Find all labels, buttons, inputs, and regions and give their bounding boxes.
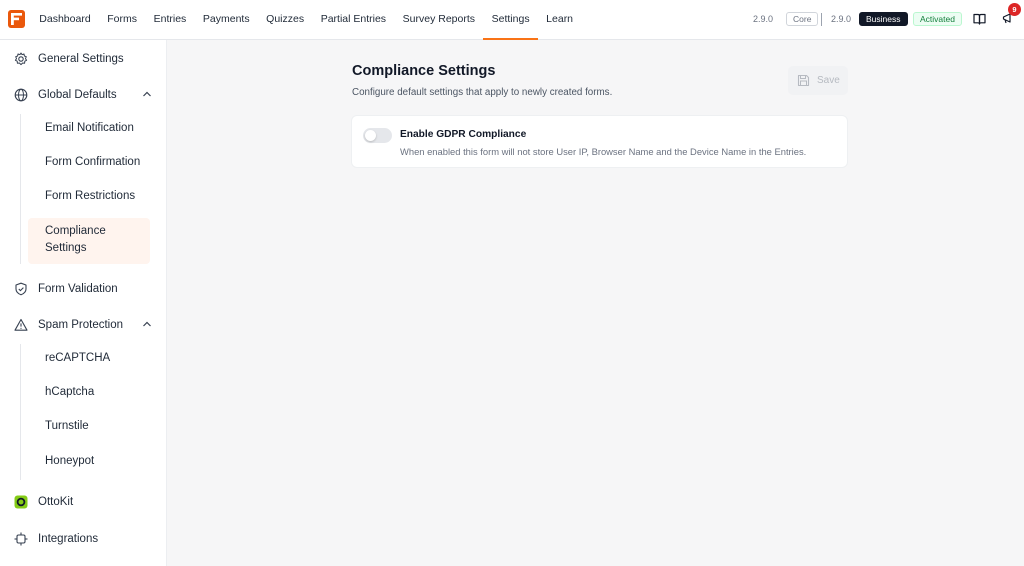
sidebar-item-label: OttoKit: [38, 496, 74, 508]
nav-settings[interactable]: Settings: [483, 0, 538, 40]
sidebar-item-compliance-settings[interactable]: Compliance Settings: [28, 218, 150, 264]
chevron-up-icon[interactable]: [142, 320, 152, 328]
sidebar-item-label: reCAPTCHA: [45, 352, 111, 364]
sidebar-item-honeypot[interactable]: Honeypot: [28, 447, 150, 477]
gdpr-description: When enabled this form will not store Us…: [400, 146, 807, 157]
sidebar-item-form-confirmation[interactable]: Form Confirmation: [28, 148, 150, 178]
sidebar-item-global-defaults[interactable]: Global Defaults: [0, 80, 167, 110]
sidebar-item-recaptcha[interactable]: reCAPTCHA: [28, 344, 150, 374]
sidebar-item-label: Global Defaults: [38, 89, 117, 101]
sidebar-item-label: Integrations: [38, 533, 99, 545]
core-badge: Core: [786, 12, 819, 26]
logo-icon: [11, 13, 22, 25]
sidebar-item-label: Form Confirmation: [45, 156, 141, 168]
sidebar-item-label: Form Validation: [38, 283, 118, 295]
book-icon[interactable]: [973, 13, 986, 25]
gdpr-toggle[interactable]: [363, 128, 392, 143]
sidebar-item-label: Email Notification: [45, 122, 134, 134]
notification-count-badge: 9: [1008, 3, 1021, 16]
sidebar-item-integrations[interactable]: Integrations: [0, 524, 167, 554]
nav-forms[interactable]: Forms: [99, 0, 145, 40]
warning-triangle-icon: [14, 318, 28, 331]
settings-sidebar: General Settings Global Defaults Email N…: [0, 40, 167, 566]
sidebar-item-label: General Settings: [38, 53, 124, 65]
gear-icon: [14, 52, 28, 66]
nav-dashboard[interactable]: Dashboard: [31, 0, 99, 40]
sidebar-item-label: hCaptcha: [45, 386, 95, 398]
gdpr-title: Enable GDPR Compliance: [400, 129, 527, 140]
sidebar-item-email-notification[interactable]: Email Notification: [28, 114, 150, 144]
sidebar-item-label: Honeypot: [45, 455, 95, 467]
gdpr-setting-card: Enable GDPR Compliance When enabled this…: [351, 115, 848, 168]
core-version: 2.9.0: [753, 14, 774, 24]
nav-partial-entries[interactable]: Partial Entries: [312, 0, 394, 40]
sidebar-item-turnstile[interactable]: Turnstile: [28, 412, 150, 442]
save-button[interactable]: Save: [788, 66, 848, 95]
nav-learn[interactable]: Learn: [538, 0, 581, 40]
save-icon: [797, 74, 810, 87]
top-navigation-bar: Dashboard Forms Entries Payments Quizzes…: [0, 0, 1024, 40]
ottokit-icon: [14, 495, 28, 509]
sidebar-item-hcaptcha[interactable]: hCaptcha: [28, 378, 150, 408]
sidebar-item-general-settings[interactable]: General Settings: [0, 44, 167, 74]
sidebar-item-ottokit[interactable]: OttoKit: [0, 487, 167, 517]
page-description: Configure default settings that apply to…: [352, 87, 613, 98]
license-status-badge: Activated: [913, 12, 962, 26]
app-logo[interactable]: [8, 10, 25, 28]
business-version: 2.9.0: [831, 14, 852, 24]
sidebar-item-form-validation[interactable]: Form Validation: [0, 274, 167, 304]
submenu-guide-line: [20, 114, 21, 264]
shield-check-icon: [15, 282, 27, 296]
business-badge: Business: [859, 12, 908, 26]
nav-quizzes[interactable]: Quizzes: [258, 0, 313, 40]
toggle-knob: [365, 130, 376, 141]
globe-icon: [14, 88, 28, 102]
version-divider: [821, 13, 822, 26]
sidebar-item-label: Compliance Settings: [45, 225, 106, 254]
main-nav: Dashboard Forms Entries Payments Quizzes…: [31, 0, 581, 40]
submenu-guide-line: [20, 344, 21, 480]
sidebar-item-label: Form Restrictions: [45, 190, 136, 202]
sidebar-item-form-restrictions[interactable]: Form Restrictions: [28, 182, 150, 212]
chevron-up-icon[interactable]: [142, 90, 152, 98]
nav-survey-reports[interactable]: Survey Reports: [394, 0, 483, 40]
integrations-icon: [14, 532, 28, 546]
sidebar-item-label: Turnstile: [45, 420, 89, 432]
sidebar-item-spam-protection[interactable]: Spam Protection: [0, 310, 167, 340]
page-title: Compliance Settings: [352, 63, 496, 79]
save-button-label: Save: [817, 75, 840, 86]
nav-entries[interactable]: Entries: [145, 0, 194, 40]
sidebar-item-label: Spam Protection: [38, 319, 124, 331]
nav-payments[interactable]: Payments: [195, 0, 258, 40]
